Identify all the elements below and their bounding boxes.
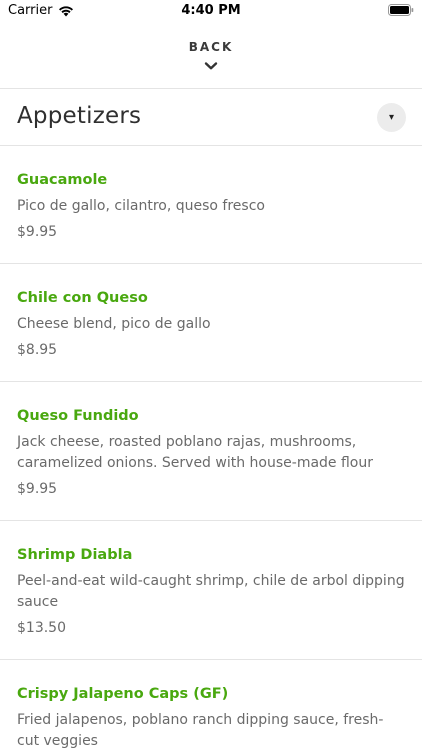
item-price: $13.50 [17, 620, 66, 636]
chevron-down-icon [204, 58, 218, 70]
battery-icon [388, 4, 414, 16]
status-time: 4:40 PM [181, 3, 241, 18]
item-price: $9.95 [17, 481, 58, 497]
menu-item[interactable]: Chile con Queso Cheese blend, pico de ga… [0, 264, 422, 382]
item-description: Peel-and-eat wild-caught shrimp, chile d… [17, 573, 405, 610]
menu-item[interactable]: Crispy Jalapeno Caps (GF) Fried jalapeno… [0, 660, 422, 750]
back-button[interactable]: BACK [0, 38, 422, 88]
status-bar: Carrier 4:40 PM [0, 0, 422, 22]
section-collapse-button[interactable]: ▾ [377, 103, 406, 132]
section-header: Appetizers ▾ [0, 89, 422, 145]
status-right [388, 4, 414, 16]
item-name: Crispy Jalapeno Caps (GF) [17, 686, 229, 702]
back-label: BACK [188, 40, 234, 54]
menu-list: Guacamole Pico de gallo, cilantro, queso… [0, 146, 422, 750]
item-price: $8.95 [17, 342, 58, 358]
menu-screen: Carrier 4:40 PM BACK Appetizers ▾ Guacam… [0, 0, 422, 750]
menu-item[interactable]: Shrimp Diabla Peel-and-eat wild-caught s… [0, 521, 422, 660]
section-title: Appetizers [17, 103, 142, 129]
item-price: $9.95 [17, 224, 58, 240]
menu-item[interactable]: Guacamole Pico de gallo, cilantro, queso… [0, 146, 422, 264]
item-description: Pico de gallo, cilantro, queso fresco [17, 198, 265, 214]
item-description: Cheese blend, pico de gallo [17, 316, 211, 332]
item-description: Jack cheese, roasted poblano rajas, mush… [17, 434, 373, 471]
item-name: Queso Fundido [17, 408, 139, 424]
caret-down-icon: ▾ [388, 112, 395, 123]
item-description: Fried jalapenos, poblano ranch dipping s… [17, 712, 384, 749]
item-name: Chile con Queso [17, 290, 148, 306]
item-name: Shrimp Diabla [17, 547, 133, 563]
item-name: Guacamole [17, 172, 108, 188]
menu-item[interactable]: Queso Fundido Jack cheese, roasted pobla… [0, 382, 422, 521]
